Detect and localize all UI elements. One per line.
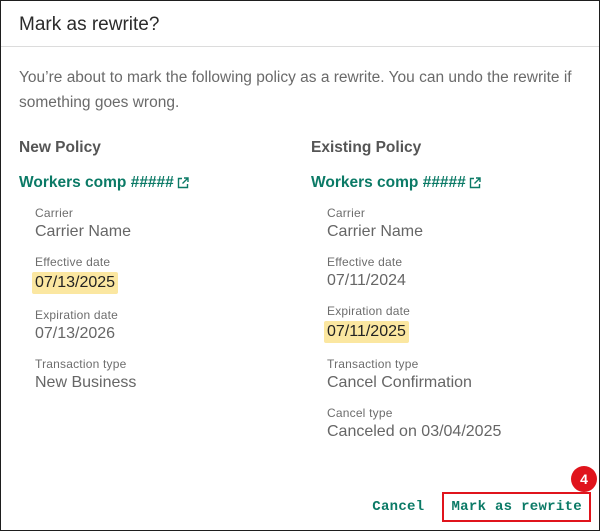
existing-policy-link-label: Workers comp ##### bbox=[311, 174, 466, 191]
new-policy-column: New Policy Workers comp ##### Carrier Ca… bbox=[19, 139, 289, 392]
new-expiration-field: Expiration date 07/13/2026 bbox=[35, 308, 289, 343]
dialog-actions: Cancel 4 Mark as rewrite bbox=[372, 466, 597, 522]
existing-policy-heading: Existing Policy bbox=[311, 139, 422, 156]
existing-effective-field: Effective date 07/11/2024 bbox=[327, 255, 581, 290]
new-policy-link[interactable]: Workers comp ##### bbox=[19, 174, 289, 192]
new-carrier-label: Carrier bbox=[35, 206, 74, 220]
existing-carrier-label: Carrier bbox=[327, 206, 366, 220]
new-transaction-label: Transaction type bbox=[35, 357, 127, 371]
new-carrier-field: Carrier Carrier Name bbox=[35, 206, 289, 241]
existing-expiration-label: Expiration date bbox=[327, 304, 411, 318]
existing-transaction-label: Transaction type bbox=[327, 357, 419, 371]
new-expiration-label: Expiration date bbox=[35, 308, 119, 322]
existing-transaction-field: Transaction type Cancel Confirmation bbox=[327, 357, 581, 392]
mark-as-rewrite-dialog: Mark as rewrite? You’re about to mark th… bbox=[0, 0, 600, 531]
new-effective-label: Effective date bbox=[35, 255, 111, 269]
mark-as-rewrite-button[interactable]: Mark as rewrite bbox=[451, 499, 582, 515]
new-policy-heading: New Policy bbox=[19, 139, 101, 156]
existing-carrier-field: Carrier Carrier Name bbox=[327, 206, 581, 241]
new-carrier-value: Carrier Name bbox=[35, 223, 132, 240]
title-divider bbox=[1, 46, 599, 47]
new-transaction-field: Transaction type New Business bbox=[35, 357, 289, 392]
step-badge: 4 bbox=[571, 466, 597, 492]
new-effective-field: Effective date 07/13/2025 bbox=[32, 255, 289, 294]
existing-effective-label: Effective date bbox=[327, 255, 403, 269]
existing-cancel-type-field: Cancel type Canceled on 03/04/2025 bbox=[327, 406, 581, 441]
existing-expiration-value-highlighted: 07/11/2025 bbox=[324, 321, 409, 343]
cancel-button[interactable]: Cancel bbox=[372, 499, 424, 515]
mark-as-rewrite-highlight: 4 Mark as rewrite bbox=[442, 466, 597, 522]
existing-policy-link[interactable]: Workers comp ##### bbox=[311, 174, 581, 192]
new-policy-link-label: Workers comp ##### bbox=[19, 174, 174, 191]
existing-carrier-value: Carrier Name bbox=[327, 223, 424, 240]
existing-cancel-type-label: Cancel type bbox=[327, 406, 393, 420]
new-expiration-value: 07/13/2026 bbox=[35, 325, 116, 342]
external-link-icon bbox=[469, 177, 481, 189]
existing-cancel-type-value: Canceled on 03/04/2025 bbox=[327, 423, 502, 440]
existing-effective-value: 07/11/2024 bbox=[327, 272, 406, 289]
new-effective-value-highlighted: 07/13/2025 bbox=[32, 272, 119, 294]
new-transaction-value: New Business bbox=[35, 374, 137, 391]
existing-policy-column: Existing Policy Workers comp ##### Carri… bbox=[311, 139, 581, 441]
existing-expiration-field: Expiration date 07/11/2025 bbox=[324, 304, 581, 343]
dialog-intro-text: You’re about to mark the following polic… bbox=[19, 69, 572, 111]
existing-transaction-value: Cancel Confirmation bbox=[327, 374, 472, 391]
dialog-title: Mark as rewrite? bbox=[19, 14, 160, 35]
external-link-icon bbox=[177, 177, 189, 189]
